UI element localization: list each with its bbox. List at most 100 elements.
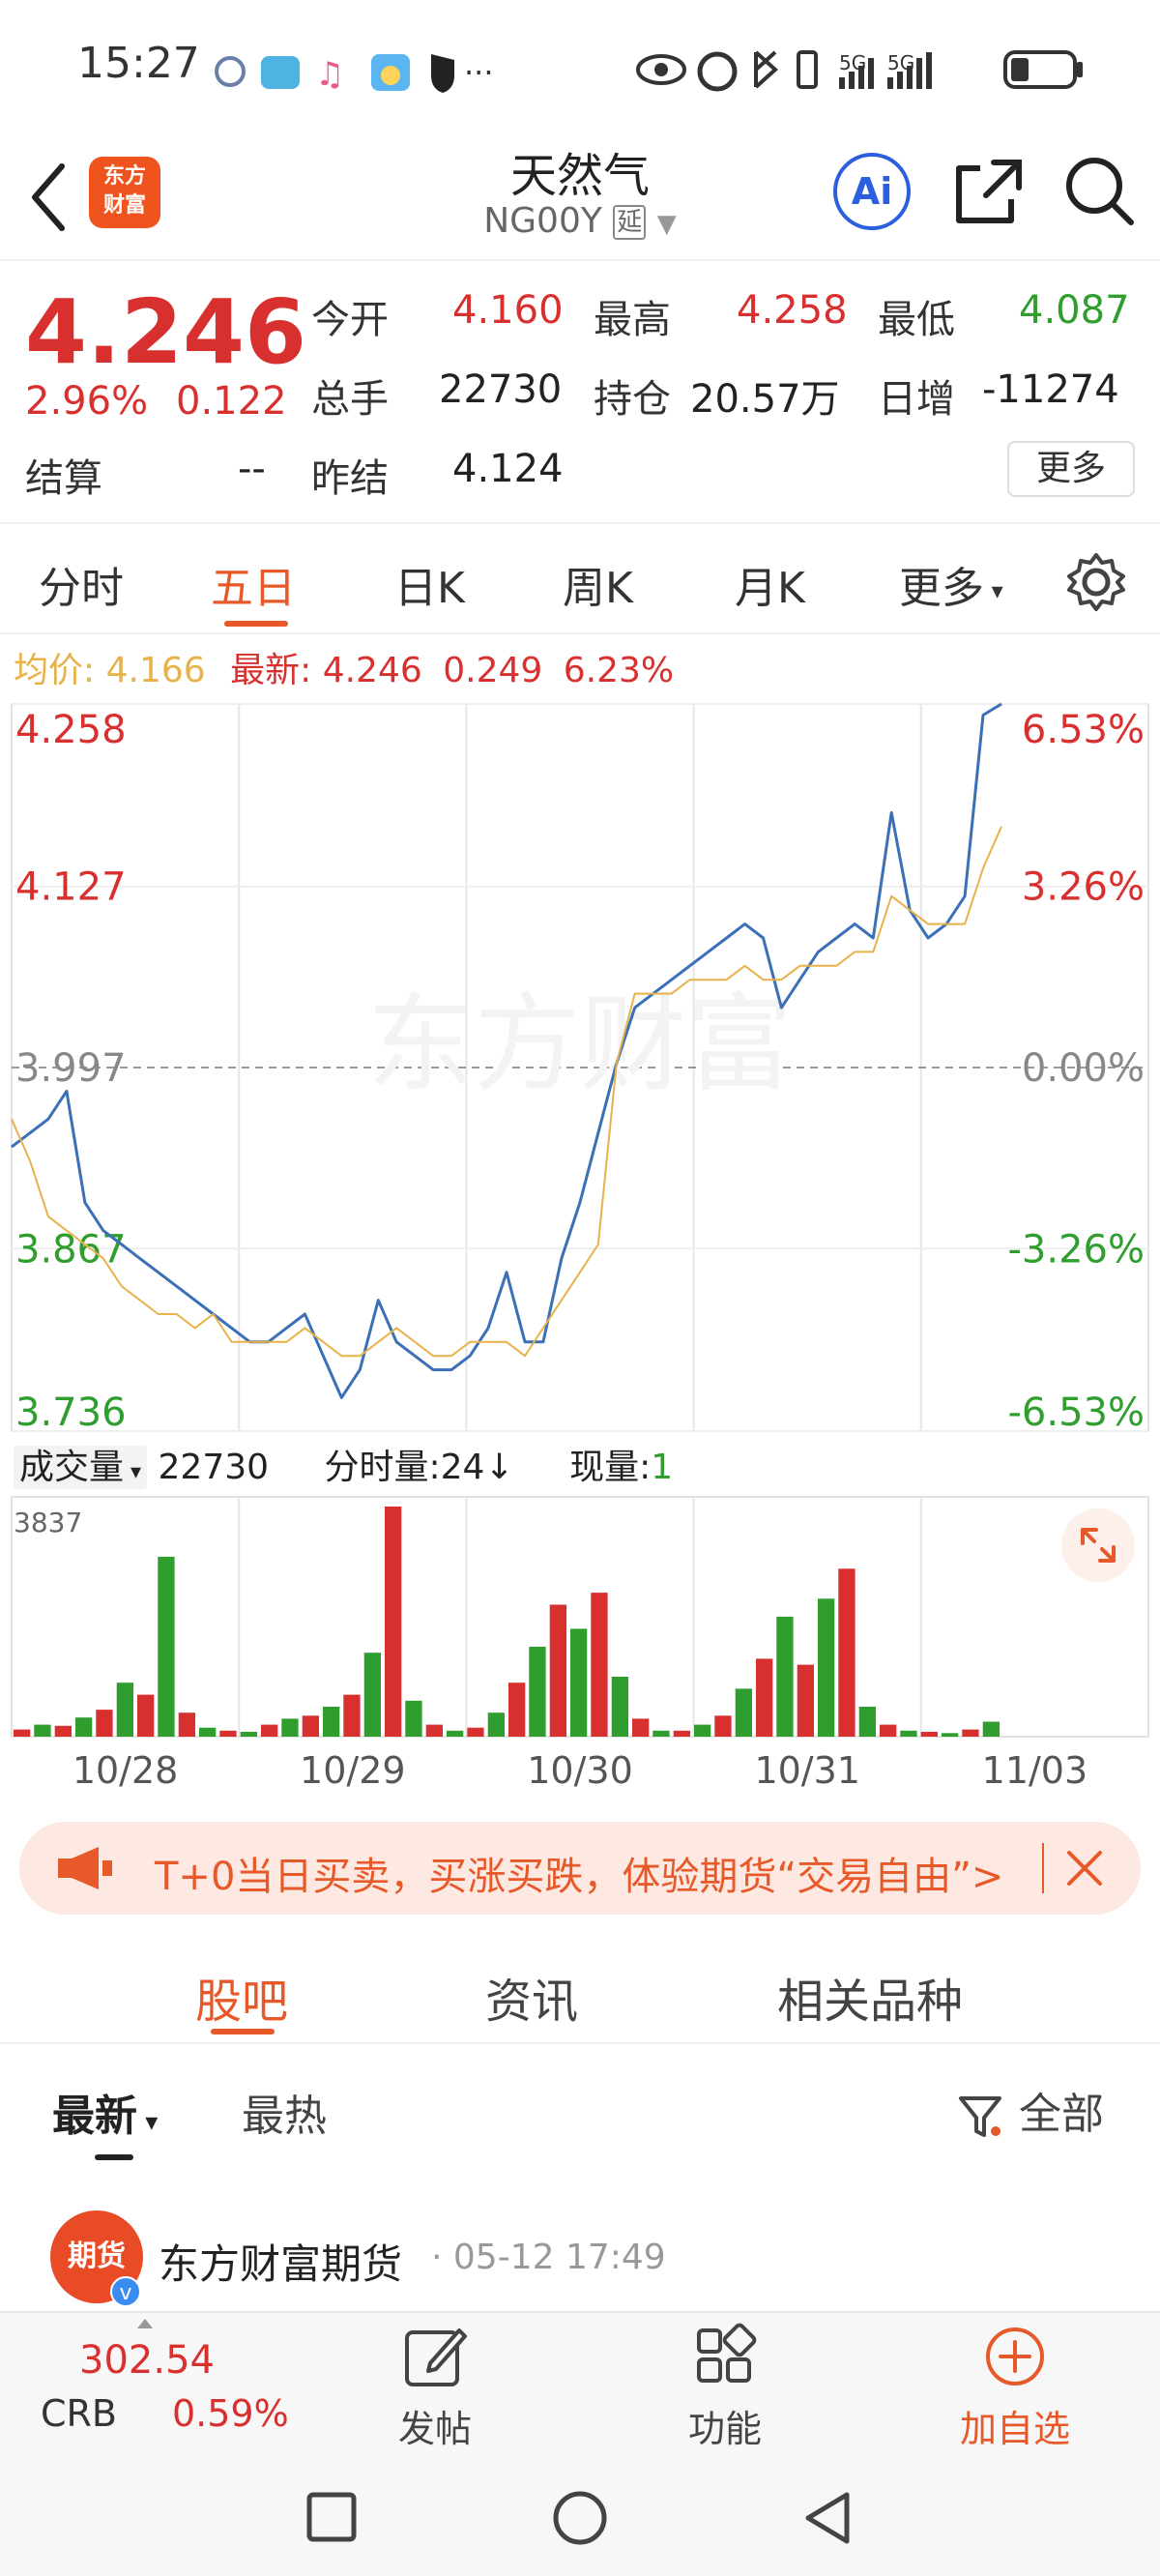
volume-bar [240,1732,257,1737]
prev-settlement-label: 昨结 [311,456,389,501]
delay-badge: 延 [613,205,647,240]
crb-index-name[interactable]: CRB [41,2392,117,2435]
settlement-label: 结算 [25,456,102,501]
tab-related[interactable]: 相关品种 [777,1963,963,2031]
volume-label: 总手 [311,377,389,422]
settings-icon[interactable] [1065,551,1127,613]
y-tick-right: 6.53% [1022,708,1145,752]
quote-panel: 4.246 2.96% 0.122 今开 4.160 最高 4.258 最低 4… [0,261,1160,524]
sort-latest[interactable]: 最新 ▾ [52,2081,158,2143]
megaphone-icon [58,1847,112,1889]
crb-index-change[interactable]: 0.59% [172,2392,289,2435]
prev-settlement-value: 4.124 [452,447,564,491]
post-item[interactable]: 期货 v 东方财富期货 · 05-12 17:49 [0,2195,1160,2311]
volume-bar [302,1715,319,1737]
status-bar: 15:27 ♫ ··· 5G 5G [0,0,1160,135]
volume-bar [549,1604,566,1737]
y-tick-right: 0.00% [1022,1046,1145,1091]
tab-guba[interactable]: 股吧 [195,1963,288,2031]
volume-max-label: 3837 [14,1507,82,1538]
volume-bar [880,1724,897,1737]
volume-bars [14,1507,1000,1737]
filter-button[interactable]: 全部 [957,2079,1104,2141]
daily-increase-label: 日增 [878,377,955,422]
latest-change: 0.249 [443,651,543,690]
volume-bar [425,1724,443,1737]
ai-assistant-button[interactable]: Ai [833,153,911,230]
y-tick-left: 3.736 [15,1390,127,1435]
volume-selector[interactable]: 成交量 ▾ [14,1446,148,1489]
tab-news[interactable]: 资讯 [485,1963,578,2031]
chart-period-tabs: 分时 五日 日K 周K 月K 更多 ▾ [0,524,1160,634]
function-button[interactable]: 功能 [677,2323,773,2452]
volume-bar [591,1593,608,1737]
sort-hot[interactable]: 最热 [242,2081,327,2143]
back-nav-icon[interactable] [800,2489,855,2547]
more-dropdown-icon: ▾ [984,577,1003,604]
x-tick-label: 10/31 [754,1749,860,1792]
tab-daily-k[interactable]: 日K [394,553,465,615]
current-volume-label: 现量: [569,1448,652,1487]
x-tick-label: 11/03 [982,1749,1088,1792]
grid-icon [697,2323,757,2383]
volume-bar [54,1725,72,1737]
recent-apps-icon[interactable] [305,2491,360,2545]
date-axis-labels: 10/28 10/29 10/30 10/31 11/03 [72,1749,1088,1792]
x-tick-label: 10/29 [300,1749,406,1792]
crb-index-value[interactable]: 302.54 [79,2338,215,2383]
tab-weekly-k[interactable]: 周K [563,553,633,615]
volume-bar [735,1688,752,1737]
search-icon[interactable] [1061,153,1139,230]
volume-bar [137,1694,155,1737]
expand-chart-button[interactable] [1061,1508,1135,1582]
avg-value: 4.166 [105,651,206,690]
close-icon[interactable] [1063,1847,1106,1889]
chart-legend: 均价: 4.166 最新: 4.246 0.249 6.23% [14,642,674,692]
app-header: 东方 财富 天然气 NG00Y 延 ▼ Ai [0,135,1160,261]
tab-intraday[interactable]: 分时 [39,553,124,615]
community-tabs: 股吧 资讯 相关品种 [0,1934,1160,2044]
volume-bar [529,1647,546,1737]
home-icon[interactable] [551,2489,609,2547]
volume-bar [776,1616,794,1737]
volume-bar [570,1628,588,1737]
post-author[interactable]: 东方财富期货 [159,2232,402,2291]
filter-icon [959,2096,1001,2137]
promo-banner[interactable]: T+0当日买卖，买涨买跌，体验期货“交易自由”> [19,1822,1141,1915]
volume-value: 22730 [439,367,563,412]
code-dropdown-icon[interactable]: ▼ [657,210,677,239]
add-watchlist-button[interactable]: 加自选 [957,2323,1073,2452]
volume-bar [858,1707,876,1737]
svg-text:···: ··· [464,54,491,91]
volume-bar [281,1718,299,1737]
volume-bar [487,1712,505,1737]
tab-monthly-k[interactable]: 月K [735,553,805,615]
expand-icon [1081,1528,1116,1563]
five-day-chart[interactable]: 东方财富 4.258 6.53%4.127 3.26%3.997 0.00%3.867… [0,694,1160,1806]
active-tab-indicator [224,621,288,627]
volume-bar [797,1664,814,1737]
volume-bar [75,1717,93,1737]
post-time: · 05-12 17:49 [431,2238,666,2277]
low-label: 最低 [878,298,955,342]
volume-bar [920,1732,938,1737]
volume-legend: 成交量 ▾ 22730 分时量:24↓ 现量:1 [14,1439,673,1489]
y-tick-right: -3.26% [1007,1227,1145,1272]
tab-five-day[interactable]: 五日 [211,553,296,615]
post-button[interactable]: 发帖 [387,2323,483,2452]
current-volume-value: 1 [651,1448,674,1487]
volume-bar [632,1718,650,1737]
more-quote-button[interactable]: 更多 [1007,441,1135,497]
share-icon[interactable] [951,155,1025,228]
volume-bar [158,1556,175,1737]
volume-bar [942,1733,959,1737]
volume-bar [14,1729,31,1737]
add-circle-icon [986,2327,1044,2386]
tab-more[interactable]: 更多 ▾ [899,553,1003,615]
volume-bar [261,1724,278,1737]
volume-bar [363,1653,381,1737]
avg-label: 均价: [14,651,96,690]
last-price: 4.246 [25,280,307,384]
high-value: 4.258 [737,288,848,333]
volume-bar [652,1730,670,1737]
